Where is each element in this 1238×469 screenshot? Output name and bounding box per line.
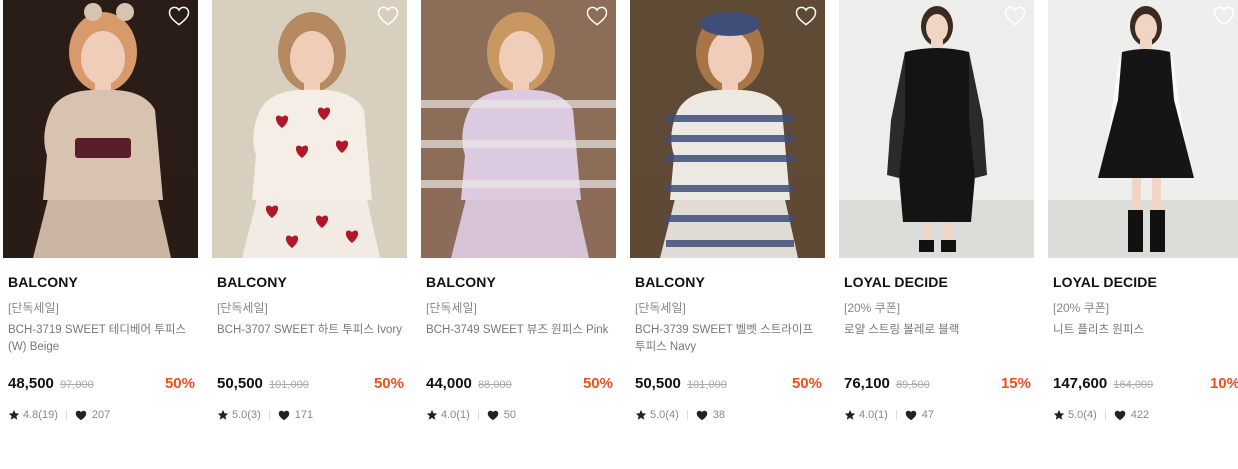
product-card[interactable]: BALCONY [단독세일] BCH-3739 SWEET 벨벳 스트라이프 투… — [630, 0, 825, 469]
original-price: 101,000 — [687, 379, 727, 391]
brand-name[interactable]: BALCONY — [426, 274, 496, 290]
discount-rate: 50% — [164, 375, 195, 392]
original-price: 97,000 — [60, 379, 94, 391]
product-meta: 5.0(4) 38 — [635, 409, 725, 421]
wishlist-heart-icon[interactable] — [377, 6, 399, 26]
sale-price: 147,600 — [1053, 375, 1108, 392]
promo-tag: [단독세일] — [635, 301, 686, 315]
discount-rate: 10% — [1209, 375, 1238, 392]
sale-price: 50,500 — [635, 375, 681, 392]
divider — [895, 410, 897, 420]
star-icon — [844, 409, 856, 420]
brand-name[interactable]: BALCONY — [8, 274, 78, 290]
like-heart-icon — [75, 410, 87, 420]
star-icon — [1053, 409, 1065, 420]
product-card[interactable]: BALCONY [단독세일] BCH-3707 SWEET 하트 투피스 Ivo… — [212, 0, 407, 469]
star-icon — [635, 409, 647, 420]
divider — [477, 410, 479, 420]
promo-tag: [20% 쿠폰] — [1053, 301, 1110, 315]
rating: 5.0(4) — [650, 409, 679, 421]
promo-tag: [단독세일] — [217, 301, 268, 315]
product-photo[interactable] — [1048, 0, 1238, 258]
brand-name[interactable]: LOYAL DECIDE — [1053, 274, 1157, 290]
discount-rate: 50% — [582, 375, 613, 392]
sale-price: 48,500 — [8, 375, 54, 392]
like-count: 50 — [503, 409, 516, 421]
product-meta: 4.0(1) 50 — [426, 409, 516, 421]
discount-rate: 50% — [373, 375, 404, 392]
divider — [65, 410, 67, 420]
product-name[interactable]: BCH-3719 SWEET 테디베어 투피스 (W) Beige — [8, 322, 194, 356]
like-heart-icon — [278, 410, 289, 420]
brand-name[interactable]: BALCONY — [217, 274, 287, 290]
product-meta: 4.0(1) 47 — [844, 409, 934, 421]
price: 76,100 89,500 — [844, 375, 930, 392]
like-heart-icon — [905, 410, 916, 420]
product-photo[interactable] — [421, 0, 616, 258]
like-count: 207 — [91, 409, 111, 421]
original-price: 164,000 — [1113, 379, 1154, 391]
original-price: 88,000 — [478, 379, 512, 391]
rating: 4.8(19) — [23, 409, 58, 421]
star-icon — [217, 409, 229, 420]
promo-tag: [단독세일] — [426, 301, 477, 315]
rating: 4.0(1) — [859, 409, 888, 421]
wishlist-heart-icon[interactable] — [1213, 6, 1235, 26]
product-card[interactable]: LOYAL DECIDE [20% 쿠폰] 로얄 스트링 볼레로 블랙 76,1… — [839, 0, 1034, 469]
product-photo[interactable] — [212, 0, 407, 258]
product-name[interactable]: BCH-3739 SWEET 벨벳 스트라이프 투피스 Navy — [635, 322, 821, 356]
wishlist-heart-icon[interactable] — [586, 6, 608, 26]
price: 48,500 97,000 — [8, 375, 94, 392]
original-price: 89,500 — [896, 379, 930, 391]
sale-price: 76,100 — [844, 375, 890, 392]
discount-rate: 15% — [1000, 375, 1031, 392]
like-count: 171 — [294, 409, 314, 421]
divider — [268, 410, 270, 420]
brand-name[interactable]: BALCONY — [635, 274, 705, 290]
product-photo[interactable] — [3, 0, 198, 258]
product-meta: 5.0(3) 171 — [217, 409, 313, 421]
like-heart-icon — [1114, 410, 1125, 420]
rating: 5.0(3) — [232, 409, 261, 421]
product-name[interactable]: 니트 플리츠 원피스 — [1053, 322, 1238, 339]
like-count: 47 — [921, 409, 934, 421]
rating: 5.0(4) — [1068, 409, 1097, 421]
price: 50,500 101,000 — [635, 375, 727, 392]
discount-rate: 50% — [791, 375, 822, 392]
sale-price: 44,000 — [426, 375, 472, 392]
price: 44,000 88,000 — [426, 375, 512, 392]
brand-name[interactable]: LOYAL DECIDE — [844, 274, 948, 290]
star-icon — [8, 409, 20, 420]
divider — [1104, 410, 1106, 420]
promo-tag: [20% 쿠폰] — [844, 301, 901, 315]
product-name[interactable]: BCH-3707 SWEET 하트 투피스 Ivory — [217, 322, 403, 339]
original-price: 101,000 — [269, 379, 309, 391]
wishlist-heart-icon[interactable] — [1004, 6, 1026, 26]
like-count: 38 — [712, 409, 725, 421]
sale-price: 50,500 — [217, 375, 263, 392]
like-heart-icon — [696, 410, 707, 420]
star-icon — [426, 409, 438, 420]
divider — [686, 410, 688, 420]
product-meta: 5.0(4) 422 — [1053, 409, 1149, 421]
product-card[interactable]: BALCONY [단독세일] BCH-3749 SWEET 뷰즈 원피스 Pin… — [421, 0, 616, 469]
product-grid: BALCONY [단독세일] BCH-3719 SWEET 테디베어 투피스 (… — [0, 0, 1238, 469]
promo-tag: [단독세일] — [8, 301, 59, 315]
product-card[interactable]: LOYAL DECIDE [20% 쿠폰] 니트 플리츠 원피스 147,600… — [1048, 0, 1238, 469]
wishlist-heart-icon[interactable] — [795, 6, 817, 26]
product-photo[interactable] — [630, 0, 825, 258]
price: 147,600 164,000 — [1053, 375, 1153, 392]
product-name[interactable]: 로얄 스트링 볼레로 블랙 — [844, 322, 1030, 339]
product-photo[interactable] — [839, 0, 1034, 258]
wishlist-heart-icon[interactable] — [168, 6, 190, 26]
like-count: 422 — [1130, 409, 1150, 421]
product-name[interactable]: BCH-3749 SWEET 뷰즈 원피스 Pink — [426, 322, 612, 339]
like-heart-icon — [487, 410, 498, 420]
product-card[interactable]: BALCONY [단독세일] BCH-3719 SWEET 테디베어 투피스 (… — [3, 0, 198, 469]
rating: 4.0(1) — [441, 409, 470, 421]
product-meta: 4.8(19) 207 — [8, 409, 110, 421]
price: 50,500 101,000 — [217, 375, 309, 392]
